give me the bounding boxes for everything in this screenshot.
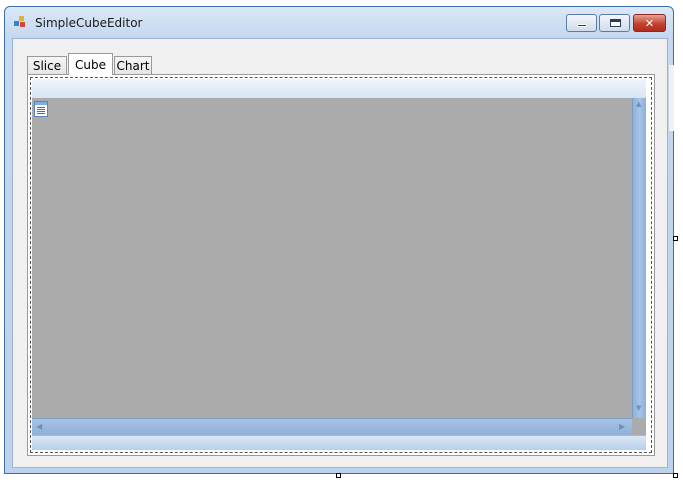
- scroll-down-icon[interactable]: ▼: [636, 404, 641, 412]
- tab-cube[interactable]: Cube: [68, 53, 113, 75]
- status-strip: [32, 435, 646, 450]
- scrollbar-corner: [632, 418, 646, 435]
- resize-handle-bottom[interactable]: [336, 473, 341, 478]
- resize-handle-corner[interactable]: [673, 473, 678, 478]
- form-scroll-edge: [668, 65, 674, 131]
- title-bar[interactable]: SimpleCubeEditor ✕: [5, 7, 673, 37]
- horizontal-scrollbar[interactable]: ◀ ▶: [32, 418, 632, 435]
- mdi-container[interactable]: ▲ ▼ ◀ ▶: [32, 98, 646, 435]
- app-icon: [14, 16, 28, 28]
- scroll-left-icon[interactable]: ◀: [36, 422, 42, 431]
- main-window: SimpleCubeEditor ✕ Slice Cube Chart ▲ ▼ …: [4, 6, 674, 474]
- close-icon: ✕: [644, 16, 655, 30]
- close-button[interactable]: ✕: [633, 14, 666, 32]
- tab-chart[interactable]: Chart: [114, 56, 152, 75]
- scroll-up-icon[interactable]: ▲: [636, 100, 641, 108]
- maximize-button[interactable]: [599, 14, 630, 32]
- scroll-right-icon[interactable]: ▶: [619, 422, 625, 431]
- document-icon[interactable]: [34, 101, 48, 117]
- resize-handle-right[interactable]: [673, 236, 678, 241]
- minimize-icon: [577, 24, 587, 27]
- tab-slice[interactable]: Slice: [27, 56, 67, 75]
- client-area: Slice Cube Chart ▲ ▼ ◀ ▶: [12, 38, 668, 468]
- toolbar-strip[interactable]: [32, 79, 646, 99]
- minimize-button[interactable]: [566, 14, 597, 32]
- maximize-icon: [610, 19, 621, 27]
- vertical-scrollbar[interactable]: ▲ ▼: [632, 98, 646, 418]
- window-title: SimpleCubeEditor: [35, 16, 143, 30]
- tab-page-cube: ▲ ▼ ◀ ▶: [27, 74, 655, 456]
